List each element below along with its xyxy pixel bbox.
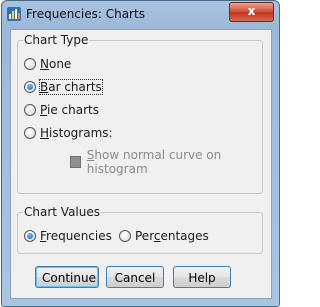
spss-app-icon — [7, 7, 21, 21]
radio-bar-charts-circle[interactable] — [24, 81, 36, 93]
dialog-window: Frequencies: Charts x Chart Type None Ba… — [1, 0, 280, 307]
radio-frequencies[interactable]: Frequencies — [24, 227, 112, 245]
radio-histograms-label: Histograms: — [40, 126, 113, 140]
chart-values-group: Chart Values Frequencies Percentages — [17, 205, 263, 254]
radio-frequencies-circle[interactable] — [24, 230, 36, 242]
radio-bar-charts[interactable]: Bar charts — [24, 78, 103, 96]
radio-pie-charts[interactable]: Pie charts — [24, 101, 99, 119]
radio-pie-charts-circle[interactable] — [24, 104, 36, 116]
normal-curve-checkbox-row: Show normal curve on histogram — [70, 148, 262, 176]
dialog-body: Chart Type None Bar charts Pie charts Hi… — [10, 29, 272, 299]
radio-percentages-circle[interactable] — [119, 230, 131, 242]
radio-percentages-label: Percentages — [135, 229, 209, 243]
title-bar[interactable]: Frequencies: Charts x — [2, 1, 279, 27]
chart-values-legend: Chart Values — [23, 205, 101, 219]
normal-curve-label: Show normal curve on histogram — [86, 148, 222, 176]
radio-none-label: None — [40, 57, 72, 71]
chart-type-group: Chart Type None Bar charts Pie charts Hi… — [17, 33, 263, 194]
radio-histograms-circle[interactable] — [24, 127, 36, 139]
radio-none[interactable]: None — [24, 55, 71, 73]
window-title: Frequencies: Charts — [26, 7, 145, 21]
cancel-button[interactable]: Cancel — [106, 266, 164, 288]
radio-frequencies-label: Frequencies — [40, 229, 112, 243]
radio-percentages[interactable]: Percentages — [119, 227, 209, 245]
radio-bar-charts-label: Bar charts — [39, 79, 103, 95]
chart-type-legend: Chart Type — [23, 33, 90, 47]
normal-curve-checkbox — [70, 156, 81, 168]
help-button[interactable]: Help — [173, 266, 231, 288]
close-button[interactable]: x — [229, 2, 274, 22]
radio-none-circle[interactable] — [24, 58, 36, 70]
radio-pie-charts-label: Pie charts — [40, 103, 99, 117]
radio-histograms[interactable]: Histograms: — [24, 124, 113, 142]
continue-button[interactable]: Continue — [35, 266, 99, 288]
